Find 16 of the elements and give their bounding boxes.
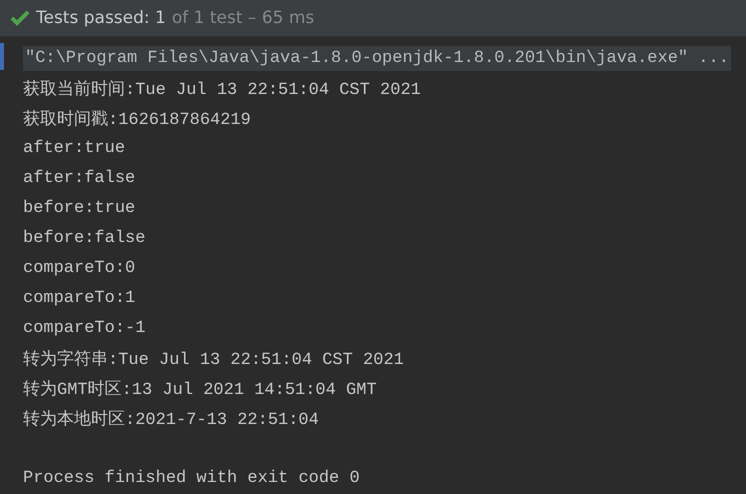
console-output-line: 获取当前时间:Tue Jul 13 22:51:04 CST 2021 xyxy=(23,79,421,100)
console-output-line: 转为GMT时区:13 Jul 2021 14:51:04 GMT xyxy=(23,379,377,400)
console-output-line: after:false xyxy=(23,168,136,188)
console-output-line: after:true xyxy=(23,138,126,158)
console-output-line: compareTo:-1 xyxy=(23,318,146,338)
tests-passed-label: Tests passed: 1 xyxy=(36,8,166,28)
exit-message: Process finished with exit code 0 xyxy=(23,468,360,488)
console-output-line: compareTo:1 xyxy=(23,288,136,308)
console-output-line: 获取时间戳:1626187864219 xyxy=(23,109,251,130)
console-output-line: 转为字符串:Tue Jul 13 22:51:04 CST 2021 xyxy=(23,348,404,370)
test-summary: of 1 test – 65 ms xyxy=(172,8,314,28)
checkmark-icon xyxy=(10,10,30,26)
console-output-line: 转为本地时区:2021-7-13 22:51:04 xyxy=(23,409,319,430)
console-output-line: before:true xyxy=(23,198,136,218)
console-output-line: compareTo:0 xyxy=(23,258,136,278)
console-output-line: before:false xyxy=(23,228,146,248)
